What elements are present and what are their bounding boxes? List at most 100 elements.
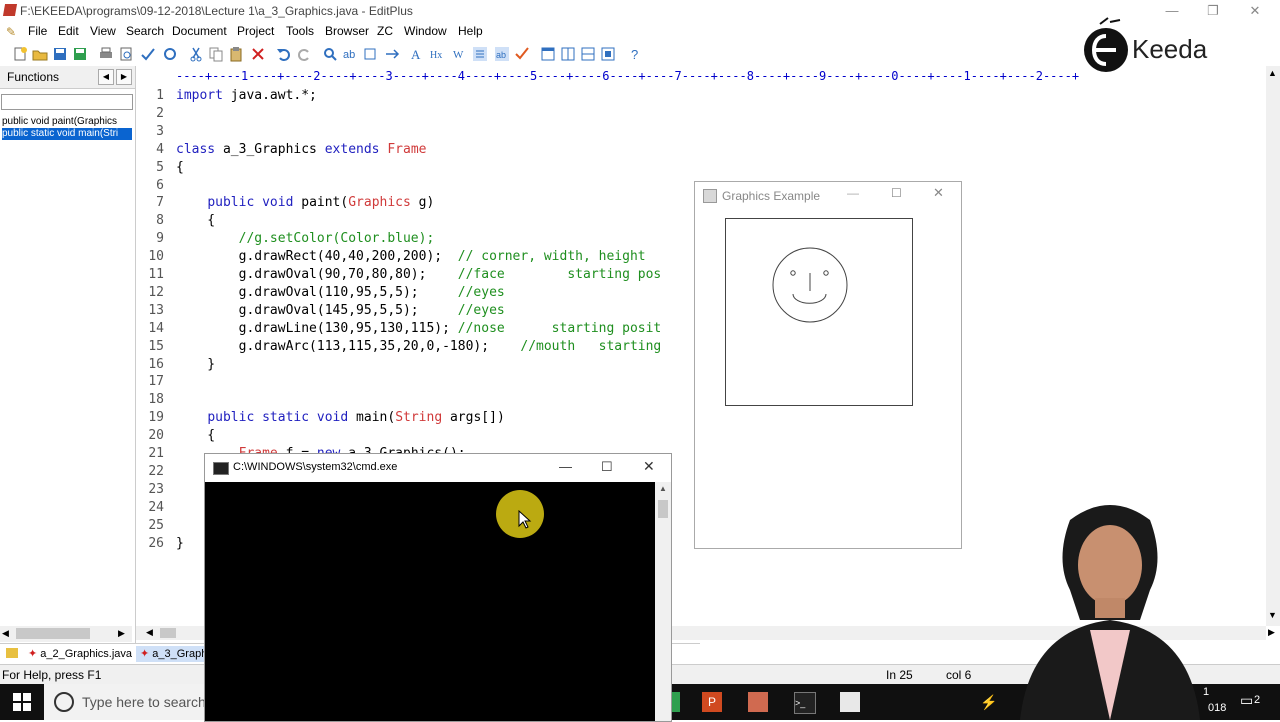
- panel-prev-icon[interactable]: ◀: [98, 69, 114, 85]
- goto-icon[interactable]: [384, 46, 400, 62]
- tab-a2-graphics[interactable]: ✦ a_2_Graphics.java ✕: [24, 646, 148, 662]
- menu-window[interactable]: Window: [404, 24, 447, 38]
- wordwrap-icon[interactable]: W: [452, 46, 468, 62]
- scroll-thumb[interactable]: [658, 500, 668, 518]
- find-in-files-icon[interactable]: [362, 46, 378, 62]
- cmd-window[interactable]: C:\WINDOWS\system32\cmd.exe — ☐ ✕ ▲: [204, 453, 672, 722]
- graphics-example-window[interactable]: Graphics Example — ☐ ✕: [694, 181, 962, 549]
- spellcheck-icon[interactable]: [140, 46, 156, 62]
- copy-icon[interactable]: [208, 46, 224, 62]
- font-icon[interactable]: A: [410, 46, 426, 62]
- scroll-down-icon[interactable]: ▼: [1268, 610, 1277, 620]
- panel-next-icon[interactable]: ▶: [116, 69, 132, 85]
- cut-icon[interactable]: [188, 46, 204, 62]
- column-select-icon[interactable]: ab: [494, 46, 510, 62]
- code-line: g.drawOval(145,95,5,5); //eyes: [176, 302, 505, 318]
- line-number: 11: [148, 267, 164, 282]
- line-number: 24: [148, 499, 164, 515]
- graphics-close-button[interactable]: ✕: [933, 185, 944, 201]
- menu-zc[interactable]: ZC: [377, 24, 393, 38]
- menu-document[interactable]: Document: [172, 24, 227, 38]
- close-button[interactable]: ✕: [1240, 2, 1270, 20]
- menu-search[interactable]: Search: [126, 24, 164, 38]
- functions-panel-scrollbar[interactable]: ◀ ▶: [0, 626, 132, 642]
- menu-project[interactable]: Project: [237, 24, 274, 38]
- function-item-main[interactable]: public static void main(Stri: [2, 128, 132, 140]
- function-filter-input[interactable]: [1, 94, 133, 110]
- open-folder-icon[interactable]: [32, 46, 48, 62]
- code-line: g.drawLine(130,95,130,115); //nose start…: [176, 320, 662, 336]
- scroll-up-icon[interactable]: ▲: [659, 484, 667, 493]
- redo-icon[interactable]: [296, 46, 312, 62]
- line-number: 17: [148, 374, 164, 390]
- save-all-icon[interactable]: [72, 46, 88, 62]
- line-number: 21: [148, 446, 164, 461]
- fullscreen-icon[interactable]: [600, 46, 616, 62]
- menu-file[interactable]: File: [28, 24, 47, 38]
- line-number: 13: [148, 302, 164, 318]
- paint-taskbar-icon[interactable]: [748, 692, 768, 712]
- replace-icon[interactable]: ab: [342, 46, 358, 62]
- search-placeholder: Type here to search: [82, 694, 206, 710]
- scroll-left-icon[interactable]: ◀: [146, 627, 153, 638]
- scroll-up-icon[interactable]: ▲: [1268, 68, 1277, 78]
- graphics-maximize-button[interactable]: ☐: [891, 186, 902, 200]
- print-preview-icon[interactable]: [118, 46, 134, 62]
- taskbar-search-box[interactable]: Type here to search: [44, 684, 206, 720]
- paste-icon[interactable]: [228, 46, 244, 62]
- cmd-taskbar-icon[interactable]: >_: [794, 692, 816, 714]
- window-split-icon[interactable]: [580, 46, 596, 62]
- scroll-left-icon[interactable]: ◀: [2, 628, 9, 639]
- notification-icon[interactable]: ▭: [1240, 692, 1253, 709]
- line-number: 4: [156, 141, 164, 157]
- menu-edit[interactable]: Edit: [58, 24, 79, 38]
- menu-help[interactable]: Help: [458, 24, 483, 38]
- powerpoint-taskbar-icon[interactable]: P: [702, 692, 722, 712]
- logo-text: Keeda: [1132, 34, 1208, 64]
- help-icon[interactable]: ?: [628, 46, 644, 62]
- line-number: 12: [148, 284, 164, 300]
- function-item-paint[interactable]: public void paint(Graphics: [2, 116, 132, 128]
- scroll-right-icon[interactable]: ▶: [118, 628, 125, 639]
- cmd-scrollbar[interactable]: ▲: [655, 482, 671, 721]
- find-icon[interactable]: [322, 46, 338, 62]
- save-icon[interactable]: [52, 46, 68, 62]
- line-number: 7: [156, 195, 164, 211]
- cmd-close-button[interactable]: ✕: [643, 458, 655, 475]
- code-line: class a_3_Graphics extends Frame: [176, 141, 427, 157]
- code-line: }: [176, 535, 184, 551]
- hex-icon[interactable]: Hx: [430, 46, 446, 62]
- tab-label: a_2_Graphics.java: [40, 648, 133, 660]
- line-number: 26: [148, 535, 164, 551]
- notification-count: 2: [1254, 694, 1261, 706]
- line-number: 6: [156, 177, 164, 193]
- cmd-minimize-button[interactable]: —: [559, 459, 572, 474]
- svg-text:ab: ab: [343, 49, 355, 61]
- scroll-thumb[interactable]: [160, 628, 176, 638]
- undo-icon[interactable]: [276, 46, 292, 62]
- windows-start-icon[interactable]: [12, 692, 32, 712]
- window-tile-icon[interactable]: [540, 46, 556, 62]
- menu-browser[interactable]: Browser: [325, 24, 369, 38]
- scroll-thumb[interactable]: [16, 628, 90, 639]
- mouse-cursor-icon: [518, 510, 532, 529]
- line-number: 8: [156, 213, 164, 229]
- menu-tools[interactable]: Tools: [286, 24, 314, 38]
- menu-view[interactable]: View: [90, 24, 116, 38]
- graphics-minimize-button[interactable]: —: [847, 186, 859, 200]
- line-number: 1: [156, 88, 164, 103]
- window-cascade-icon[interactable]: [560, 46, 576, 62]
- print-icon[interactable]: [98, 46, 114, 62]
- refresh-icon[interactable]: [162, 46, 178, 62]
- line-number-icon[interactable]: [472, 46, 488, 62]
- code-line: //g.setColor(Color.blue);: [238, 231, 435, 247]
- cortana-icon: [54, 692, 74, 712]
- new-file-icon[interactable]: [12, 46, 28, 62]
- check-icon[interactable]: [514, 46, 530, 62]
- java-taskbar-icon[interactable]: [840, 692, 860, 712]
- editor-vertical-scrollbar[interactable]: ▲ ▼: [1266, 66, 1280, 626]
- tab-a3-graphics[interactable]: ✦ a_3_Graphi: [136, 646, 214, 662]
- delete-icon[interactable]: [250, 46, 266, 62]
- scroll-right-icon[interactable]: ▶: [1268, 627, 1275, 638]
- cmd-maximize-button[interactable]: ☐: [601, 459, 613, 475]
